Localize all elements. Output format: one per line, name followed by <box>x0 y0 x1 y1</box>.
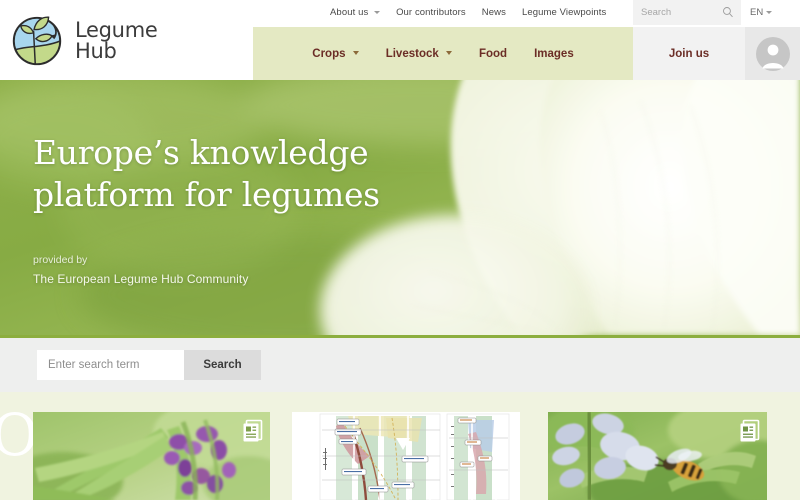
flowchart-diagram-figure <box>292 412 520 500</box>
article-document-icon <box>243 419 263 442</box>
chevron-down-icon <box>766 11 773 14</box>
nav-item-crops[interactable]: Crops <box>312 47 359 60</box>
logo-text-line2: Hub <box>75 39 117 63</box>
hero-content: Europe’s knowledge platform for legumes … <box>33 132 380 286</box>
topnav-item-legume-viewpoints[interactable]: Legume Viewpoints <box>522 0 606 25</box>
provider-name: The European Legume Hub Community <box>33 272 249 286</box>
site-logo[interactable]: Legume Hub <box>8 12 158 70</box>
top-search-box[interactable] <box>633 0 741 25</box>
search-form: Search <box>37 350 261 380</box>
search-input[interactable] <box>37 350 184 380</box>
top-navigation: About us Our contributors News Legume Vi… <box>330 0 606 25</box>
chevron-down-icon <box>374 10 381 14</box>
join-us-button[interactable]: Join us <box>633 27 745 80</box>
language-label: EN <box>750 7 764 18</box>
nav-label-livestock: Livestock <box>385 47 439 60</box>
featured-cards-band: Our <box>0 392 800 500</box>
featured-card[interactable] <box>33 412 270 500</box>
user-avatar-icon <box>755 36 790 71</box>
nav-item-images[interactable]: Images <box>534 48 574 60</box>
nav-label-crops: Crops <box>312 47 346 60</box>
topnav-item-our-contributors[interactable]: Our contributors <box>396 0 466 25</box>
search-button[interactable]: Search <box>184 350 261 380</box>
account-area: Join us <box>633 27 800 80</box>
article-document-icon <box>740 419 760 442</box>
logo-text-line1: Legume <box>75 18 158 42</box>
chevron-down-icon <box>445 51 452 56</box>
hero-provider-block: provided by The European Legume Hub Comm… <box>33 254 380 286</box>
chevron-down-icon <box>352 51 359 56</box>
topnav-item-news[interactable]: News <box>482 0 506 25</box>
hero-title-line1: Europe’s knowledge <box>33 133 369 172</box>
avatar[interactable] <box>745 27 800 80</box>
featured-card[interactable] <box>292 412 520 500</box>
purple-vetch-flower-photo <box>33 412 270 500</box>
top-search-input[interactable] <box>633 7 713 18</box>
nav-item-food[interactable]: Food <box>479 48 507 60</box>
search-band: Search <box>0 335 800 392</box>
featured-card[interactable] <box>548 412 767 500</box>
hero-title-line2: platform for legumes <box>33 175 380 214</box>
page-root: Europe’s knowledge platform for legumes … <box>0 0 800 500</box>
topnav-item-about-us[interactable]: About us <box>330 0 381 25</box>
language-selector[interactable]: EN <box>750 0 773 25</box>
main-navigation: Crops Livestock Food Images <box>253 27 633 80</box>
provided-by-label: provided by <box>33 254 88 266</box>
topnav-label-about-us: About us <box>330 7 369 18</box>
logo-wordmark: Legume Hub <box>75 18 158 63</box>
nav-item-livestock[interactable]: Livestock <box>386 48 452 60</box>
search-icon[interactable] <box>722 6 734 18</box>
hero-banner: Europe’s knowledge platform for legumes … <box>0 80 800 335</box>
legume-plant-circle-logo-icon <box>12 16 62 66</box>
bee-on-lupin-flower-photo <box>548 412 767 500</box>
